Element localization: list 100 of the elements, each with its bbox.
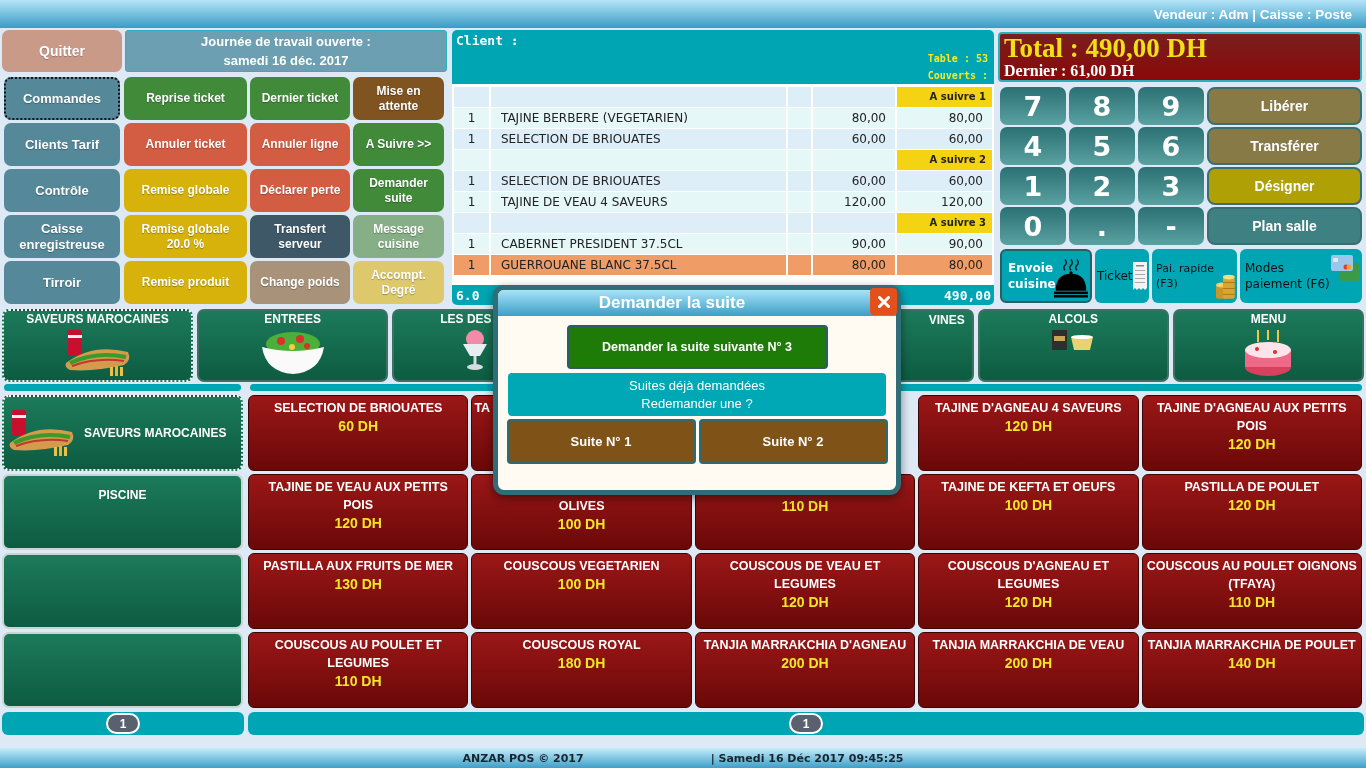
sandwich-icon xyxy=(63,330,132,376)
keypad-key[interactable]: 2 xyxy=(1069,167,1135,205)
product-tile[interactable]: TANJIA MARRAKCHIA D'AGNEAU 200 DH xyxy=(694,632,916,708)
product-tile[interactable]: COUSCOUS ROYAL 180 DH xyxy=(471,632,692,708)
action-button[interactable]: A Suivre >> xyxy=(353,123,444,166)
action-button[interactable]: Demander suite xyxy=(353,169,444,212)
menu-button[interactable]: Commandes xyxy=(4,77,120,120)
page-button[interactable]: 1 xyxy=(106,713,140,734)
sandwich-icon xyxy=(8,410,76,456)
session-info: Vendeur : Adm | Caisse : Poste xyxy=(1153,6,1352,22)
subcategory-tile[interactable] xyxy=(2,632,243,708)
product-tile[interactable]: COUSCOUS AU POULET ET LEGUMES 110 DH xyxy=(248,632,469,708)
unit-price-cell: 80,00 xyxy=(811,255,895,275)
category-tile[interactable]: SAVEURS MAROCAINES xyxy=(2,309,194,382)
receipt-icon xyxy=(1133,262,1147,290)
product-tile[interactable]: COUSCOUS D'AGNEAU ET LEGUMES 120 DH xyxy=(918,553,1139,629)
keypad-key[interactable]: 7 xyxy=(1000,87,1066,125)
keypad-key[interactable]: 9 xyxy=(1138,87,1204,125)
action-button[interactable]: Déclarer perte xyxy=(250,169,350,212)
keypad-key[interactable]: 1 xyxy=(1000,167,1066,205)
table-number: Table : 53 xyxy=(927,52,988,66)
line-total-cell: 80,00 xyxy=(895,255,992,275)
product-tile[interactable]: TAJINE D'AGNEAU AUX PETITS POIS 120 DH xyxy=(1141,395,1362,471)
keypad-key[interactable]: 0 xyxy=(1000,207,1066,245)
ticket-total: 490,00 xyxy=(944,287,991,303)
keypad-key[interactable]: . xyxy=(1069,207,1135,245)
previous-course-button[interactable]: Suite N° 1 xyxy=(506,419,696,464)
covers-label: Couverts : xyxy=(927,69,988,83)
keypad-action-button[interactable]: Libérer xyxy=(1207,87,1362,125)
keypad-key[interactable]: - xyxy=(1138,207,1204,245)
product-tile[interactable]: PASTILLA AUX FRUITS DE MER 130 DH xyxy=(248,553,469,629)
menu-button[interactable]: Clients Tarif xyxy=(4,123,120,166)
keypad-action-button[interactable]: Plan salle xyxy=(1207,207,1362,245)
next-course-button[interactable]: Demander la suite suivante N° 3 xyxy=(566,325,828,369)
coins-icon xyxy=(1215,273,1235,299)
subcategory-tile[interactable]: PISCINE xyxy=(2,474,243,550)
action-button[interactable]: Reprise ticket xyxy=(124,77,247,120)
client-label: Client : xyxy=(456,33,519,49)
action-button[interactable]: Change poids xyxy=(250,261,350,304)
salad-bowl-icon xyxy=(261,330,324,374)
keypad-key[interactable]: 6 xyxy=(1138,127,1204,165)
total-amount: Total : 490,00 DH xyxy=(1004,34,1207,62)
action-button[interactable]: Dernier ticket xyxy=(250,77,350,120)
action-button[interactable]: Mise en attente xyxy=(353,77,444,120)
already-requested-banner: Suites déjà demandées Redemander une ? xyxy=(508,373,886,416)
dessert-cup-icon xyxy=(462,330,489,370)
workday-banner: Journée de travail ouverte : samedi 16 déc. 2017 xyxy=(125,30,447,72)
action-button[interactable]: Transfert serveur xyxy=(250,215,350,258)
shortcut-button[interactable]: Envoie cuisine xyxy=(1000,249,1092,303)
copyright-text: ANZAR POS © 2017 xyxy=(462,751,584,765)
product-tile[interactable]: COUSCOUS AU POULET OIGNONS (TFAYA) 110 DH xyxy=(1141,553,1362,629)
keypad-key[interactable]: 8 xyxy=(1069,87,1135,125)
shortcut-button[interactable]: Modes paiement (F6) xyxy=(1240,249,1362,303)
category-label[interactable]: VINES xyxy=(925,312,968,329)
keypad-key[interactable]: 3 xyxy=(1138,167,1204,205)
product-tile[interactable]: COUSCOUS VEGETARIEN 100 DH xyxy=(471,553,692,629)
product-name[interactable]: TA xyxy=(474,399,491,417)
course-label: A suivre 3 xyxy=(895,213,992,233)
course-label: A suivre 1 xyxy=(895,87,992,107)
last-amount: Dernier : 61,00 DH xyxy=(1004,62,1135,79)
keypad-action-button[interactable]: Transférer xyxy=(1207,127,1362,165)
product-tile[interactable]: PASTILLA DE POULET 120 DH xyxy=(1141,474,1362,550)
menu-button[interactable]: Tirroir xyxy=(4,261,120,304)
product-tile[interactable]: TANJIA MARRAKCHIA DE POULET 140 DH xyxy=(1141,632,1362,708)
product-tile[interactable]: SELECTION DE BRIOUATES 60 DH xyxy=(248,395,469,471)
course-label: A suivre 2 xyxy=(895,150,992,170)
product-tile[interactable]: TAJINE DE KEFTA ET OEUFS 100 DH xyxy=(918,474,1139,550)
close-button[interactable] xyxy=(870,288,897,315)
dialog-title: Demander la suite xyxy=(598,293,746,313)
quantity-cell-text: 1 xyxy=(466,110,477,127)
keypad-key[interactable]: 5 xyxy=(1069,127,1135,165)
category-tile[interactable]: MENU xyxy=(1172,309,1364,382)
category-tile[interactable]: ALCOLS xyxy=(977,309,1169,382)
close-icon xyxy=(877,295,890,308)
menu-button[interactable]: Contrôle xyxy=(4,169,120,212)
previous-course-button[interactable]: Suite N° 2 xyxy=(698,419,888,464)
shortcut-button[interactable]: Pai. rapide (F3) xyxy=(1152,249,1237,303)
subcategory-tile[interactable]: SAVEURS MAROCAINES xyxy=(2,395,243,471)
keypad-key[interactable]: 4 xyxy=(1000,127,1066,165)
quantity-cell-text: 1 xyxy=(466,173,477,190)
cake-icon xyxy=(1245,330,1292,376)
product-tile[interactable]: TAJINE DE VEAU AUX PETITS POIS 120 DH xyxy=(248,474,469,550)
page-button[interactable]: 1 xyxy=(789,713,823,734)
quantity-cell-text: 1 xyxy=(466,194,477,211)
subcategory-tile[interactable] xyxy=(2,553,243,629)
menu-button[interactable]: Caisse enregistreuse xyxy=(4,215,120,258)
quantity-cell-text: 1 xyxy=(466,131,477,148)
credit-cards-icon xyxy=(1331,255,1359,281)
product-tile[interactable]: TANJIA MARRAKCHIA DE VEAU 200 DH xyxy=(918,632,1139,708)
quantity-cell-text: 1 xyxy=(466,257,477,274)
product-tile[interactable]: COUSCOUS DE VEAU ET LEGUMES 120 DH xyxy=(694,553,916,629)
shortcut-button[interactable]: Ticket xyxy=(1095,249,1149,303)
category-tile[interactable]: ENTREES xyxy=(197,309,389,382)
quantity-cell-text: 1 xyxy=(466,236,477,253)
product-tile[interactable]: TAJINE D'AGNEAU 4 SAVEURS 120 DH xyxy=(918,395,1139,471)
drinks-icon xyxy=(1052,330,1095,350)
action-button[interactable]: Annuler ticket xyxy=(124,123,247,166)
action-button[interactable]: Annuler ligne xyxy=(250,123,350,166)
item-name-cell: GUERROUANE BLANC 37.5CL xyxy=(489,255,786,275)
date-time-text: | Samedi 16 Déc 2017 09:45:25 xyxy=(710,751,904,765)
